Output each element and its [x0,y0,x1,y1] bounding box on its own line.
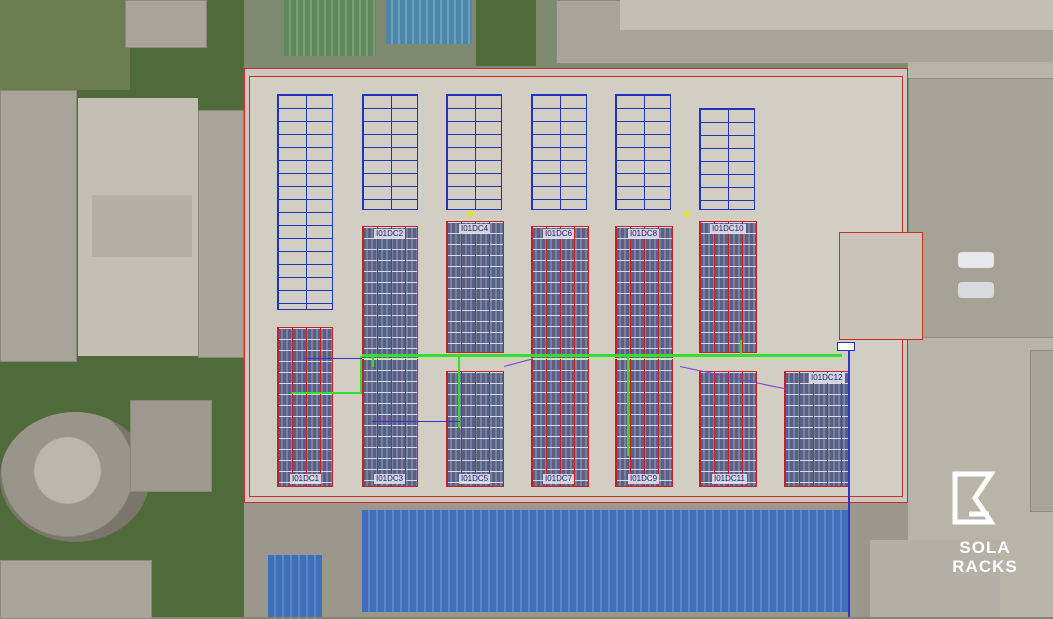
neighbor-roof [284,0,376,56]
dc-cable [458,356,460,428]
planned-array [277,94,333,310]
brand-name-line1: SOLA [959,538,1011,557]
solar-array [277,327,333,487]
solar-array [446,371,504,487]
vegetation-area [476,0,536,66]
solar-array [699,371,757,487]
dc-cable [627,356,629,456]
roof-annex [839,232,923,340]
array-label: I01DC1 [290,474,322,484]
neighbor-roof [386,0,472,44]
array-label: I01DC11 [712,474,747,484]
neighbor-building [125,0,207,48]
neighbor-building [92,195,192,257]
neighbor-building [0,90,77,362]
solar-array [446,221,504,353]
array-label: I01DC3 [374,474,406,484]
ac-cable [372,421,460,422]
neighbor-roof [268,555,322,617]
solar-array [784,371,850,487]
inverter-marker [684,211,690,217]
combiner-box [837,342,855,351]
dc-cable [362,358,842,359]
array-label: I01DC6 [543,229,575,239]
array-label: I01DC8 [628,229,660,239]
neighbor-building [0,560,152,619]
array-label: I01DC2 [374,229,406,239]
car [958,282,994,298]
planned-array [699,108,755,210]
planned-array [531,94,587,210]
inverter-marker [467,211,473,217]
dc-cable [292,392,362,394]
water-tank [0,412,150,542]
neighbor-building [198,110,244,358]
array-label: I01DC10 [710,224,746,234]
logo-mark-icon [952,471,996,525]
array-label: I01DC7 [543,474,575,484]
brand-logo: SOLA RACKS [945,470,1025,590]
neighbor-building [130,400,212,492]
array-label: I01DC4 [459,224,491,234]
dc-cable [740,340,742,356]
array-label: I01DC9 [628,474,660,484]
neighbor-building [908,78,1053,338]
dc-cable [372,355,374,367]
ac-cable [848,350,850,617]
brand-name-line2: RACKS [952,557,1018,576]
car [958,252,994,268]
neighbor-roof [362,510,850,612]
dc-cable [360,356,362,394]
neighbor-building [620,0,1053,30]
solar-array [699,221,757,353]
ac-cable [304,358,362,359]
planned-array [446,94,502,210]
vegetation-area [0,0,130,90]
neighbor-building [1030,350,1053,512]
array-label: I01DC5 [459,474,491,484]
array-label: I01DC12 [809,373,845,383]
planned-array [362,94,418,210]
dc-cable [362,354,842,357]
planned-array [615,94,671,210]
